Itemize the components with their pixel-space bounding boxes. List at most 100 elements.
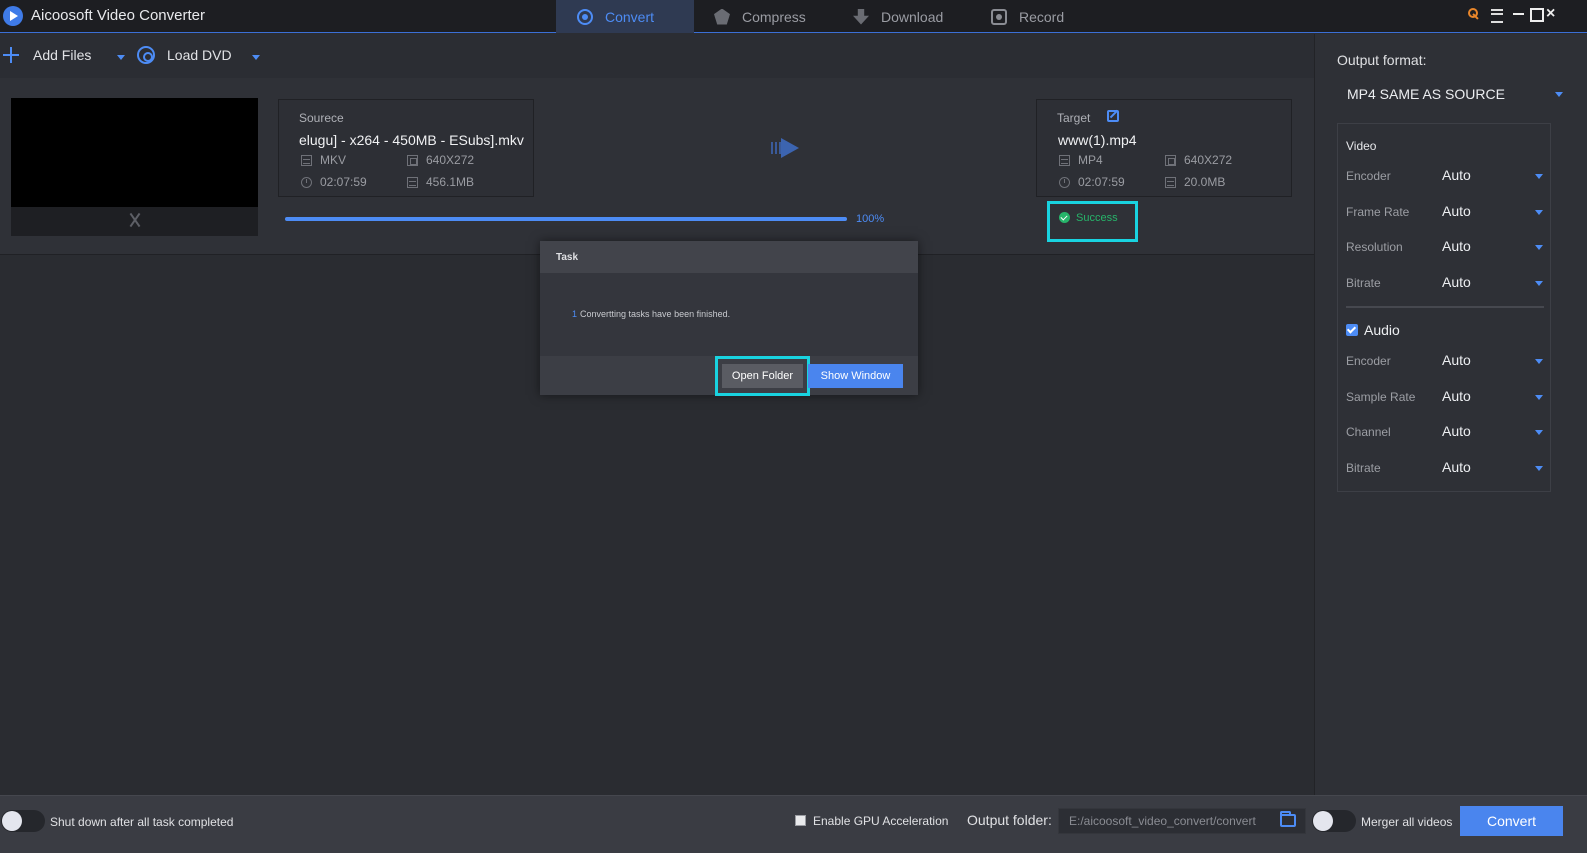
target-format: MP4 [1059,153,1103,167]
tab-compress[interactable]: Compress [714,0,806,33]
source-size: 456.1MB [407,175,474,189]
edit-icon[interactable] [1107,110,1119,122]
thumbnail-bar [11,207,258,236]
source-label: Sourece [299,111,344,125]
video-encoder-select[interactable]: Encoder Auto [1346,165,1544,187]
merge-label: Merger all videos [1361,815,1453,829]
dialog-footer: Open Folder Show Window [540,356,918,396]
app-title: Aicoosoft Video Converter [31,7,205,24]
settings-panel: Output format: MP4 SAME AS SOURCE Video … [1314,34,1587,795]
duration-value: 02:07:59 [320,175,367,189]
setting-value: Auto [1442,203,1471,219]
checkbox-icon [1346,324,1358,336]
folder-icon[interactable] [1280,811,1296,827]
video-frame-rate-select[interactable]: Frame Rate Auto [1346,201,1544,223]
add-files-label: Add Files [33,47,92,63]
add-files-dropdown-icon[interactable] [117,55,125,60]
gpu-checkbox[interactable] [795,815,806,826]
target-resolution: 640X272 [1165,153,1232,167]
audio-encoder-select[interactable]: Encoder Auto [1346,350,1544,372]
tab-download[interactable]: Download [853,0,943,33]
chevron-down-icon [1535,466,1543,471]
resolution-value: 640X272 [1184,153,1233,167]
open-folder-button[interactable]: Open Folder [715,356,810,396]
chevron-down-icon [1535,245,1543,250]
scissors-icon[interactable] [124,211,146,231]
audio-sample-rate-select[interactable]: Sample Rate Auto [1346,386,1544,408]
minimize-icon[interactable] [1512,7,1526,21]
target-duration: 02:07:59 [1059,175,1125,189]
download-icon [853,8,869,25]
setting-value: Auto [1442,167,1471,183]
output-format-select[interactable]: MP4 SAME AS SOURCE [1337,80,1573,108]
shutdown-toggle[interactable] [1,810,45,832]
task-dialog: Task 1 Convertting tasks have been finish… [540,241,918,396]
format-value: MKV [320,153,347,167]
setting-value: Auto [1442,352,1471,368]
chevron-down-icon [1535,395,1543,400]
setting-label: Bitrate [1346,461,1381,475]
setting-label: Bitrate [1346,276,1381,290]
setting-value: Auto [1442,388,1471,404]
audio-channel-select[interactable]: Channel Auto [1346,421,1544,443]
clock-icon [1059,176,1070,188]
tab-record[interactable]: Record [991,0,1064,33]
setting-label: Resolution [1346,240,1403,254]
load-dvd-button[interactable]: Load DVD [137,44,232,66]
message-text: Convertting tasks have been finished. [580,309,731,319]
show-window-button[interactable]: Show Window [808,364,903,388]
tab-label: Download [881,8,944,25]
setting-value: Auto [1442,274,1471,290]
output-folder-path: E:/aicoosoft_video_convert/convert [1069,814,1256,828]
tab-convert[interactable]: Convert [556,0,694,33]
chevron-down-icon [1535,210,1543,215]
convert-button[interactable]: Convert [1460,806,1563,836]
chevron-down-icon [1535,281,1543,286]
check-icon [1059,212,1070,223]
format-icon [301,154,312,166]
source-info: Sourece elugu] - x264 - 450MB - ESubs].m… [278,99,534,197]
add-files-button[interactable]: Add Files [3,44,91,66]
load-dvd-label: Load DVD [167,47,232,63]
output-folder-input[interactable]: E:/aicoosoft_video_convert/convert [1058,808,1306,834]
dvd-icon [137,46,155,64]
convert-icon [577,8,593,25]
title-bar: Aicoosoft Video Converter Convert Compre… [0,0,1587,33]
progress-percent: 100% [856,213,885,225]
tab-label: Compress [742,8,806,25]
video-bitrate-select[interactable]: Bitrate Auto [1346,272,1544,294]
chevron-down-icon [1535,430,1543,435]
setting-label: Encoder [1346,354,1391,368]
format-value: MP4 [1078,153,1103,167]
output-format-value: MP4 SAME AS SOURCE [1347,86,1505,102]
settings-box: Video Encoder Auto Frame Rate Auto Resol… [1337,123,1551,492]
setting-value: Auto [1442,459,1471,475]
video-resolution-select[interactable]: Resolution Auto [1346,236,1544,258]
maximize-icon[interactable] [1529,7,1544,22]
source-resolution: 640X272 [407,153,474,167]
format-icon [1059,154,1070,166]
progress-bar [285,217,847,221]
setting-label: Sample Rate [1346,390,1416,404]
load-dvd-dropdown-icon[interactable] [252,55,260,60]
audio-checkbox[interactable]: Audio [1346,322,1400,338]
open-folder-label: Open Folder [722,364,803,388]
setting-label: Frame Rate [1346,205,1410,219]
chevron-down-icon [1555,92,1563,97]
source-duration: 02:07:59 [301,175,367,189]
register-key-icon[interactable] [1467,7,1481,21]
menu-icon[interactable] [1490,7,1504,23]
resolution-icon [1165,154,1176,166]
size-value: 456.1MB [426,175,475,189]
merge-toggle[interactable] [1312,810,1356,832]
close-icon[interactable]: × [1546,6,1560,22]
size-value: 20.0MB [1184,175,1226,189]
audio-bitrate-select[interactable]: Bitrate Auto [1346,457,1544,479]
clock-icon [301,176,312,188]
setting-label: Channel [1346,425,1391,439]
source-filename: elugu] - x264 - 450MB - ESubs].mkv [299,132,524,148]
task-list: Sourece elugu] - x264 - 450MB - ESubs].m… [0,78,1314,795]
video-thumbnail[interactable] [11,98,258,236]
gpu-label: Enable GPU Acceleration [813,814,949,828]
target-label: Target [1057,111,1091,125]
